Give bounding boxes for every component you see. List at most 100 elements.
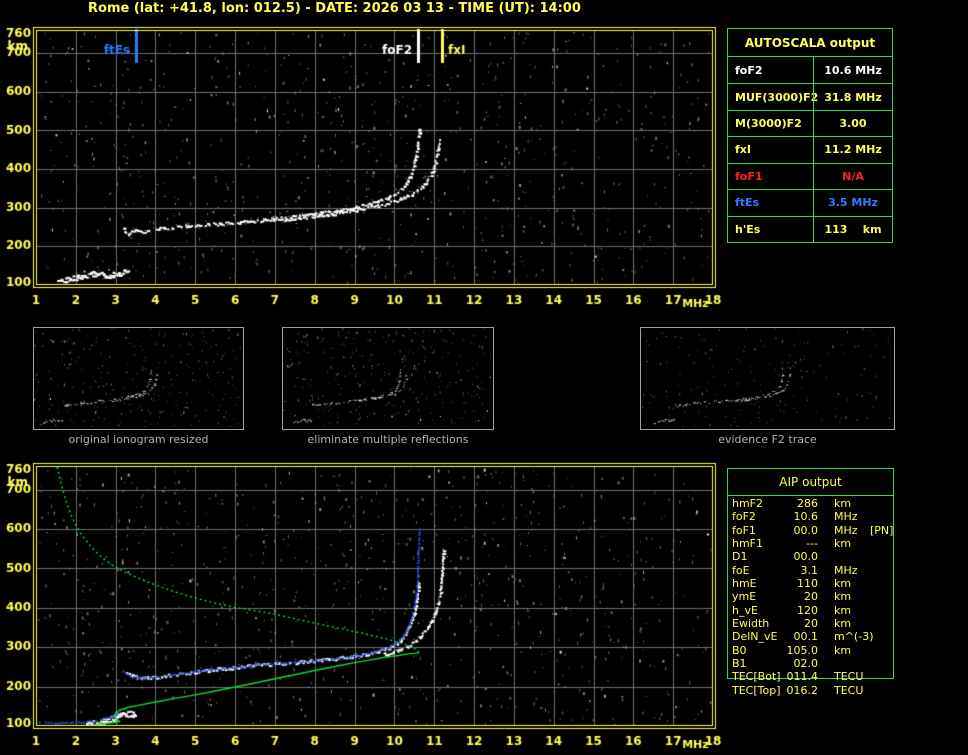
autoscala-parameter-value: 11.2 MHz bbox=[813, 137, 892, 163]
aip-parameter-value: 02.0 bbox=[793, 657, 819, 671]
autoscala-parameter-value: 3.5 MHz bbox=[813, 190, 892, 216]
autoscala-parameter-label: ftEs bbox=[735, 196, 760, 210]
autoscala-parameter-label: M(3000)F2 bbox=[735, 117, 802, 131]
aip-parameter-value: 120 bbox=[797, 603, 818, 617]
aip-box-title: AIP output bbox=[728, 469, 893, 496]
autoscala-row: h'Es 113 km bbox=[728, 215, 892, 242]
autoscala-parameter-label: h'Es bbox=[735, 222, 761, 236]
thumbnail-original-canvas bbox=[34, 328, 241, 427]
autoscala-parameter-label: fxI bbox=[735, 143, 751, 157]
aip-row: foF1 00.0 MHz [PN] bbox=[727, 524, 967, 537]
aip-parameter-note bbox=[868, 604, 967, 617]
thumbnail-caption-evidence: evidence F2 trace bbox=[718, 433, 817, 446]
aip-parameter-note bbox=[868, 657, 967, 670]
autoscala-parameter-value: 10.6 MHz bbox=[813, 57, 892, 84]
autoscala-parameter-value: N/A bbox=[813, 163, 892, 190]
aip-parameter-label: B0 bbox=[732, 643, 747, 657]
aip-parameter-value: --- bbox=[806, 537, 818, 551]
aip-parameter-note bbox=[868, 630, 967, 643]
aip-row: TEC[Top] 016.2 TECU bbox=[727, 684, 967, 697]
aip-parameter-unit: km bbox=[834, 643, 852, 657]
aip-parameter-unit: km bbox=[834, 603, 852, 617]
aip-parameter-label: DelN_vE bbox=[732, 630, 778, 644]
aip-parameter-label: Ewidth bbox=[732, 617, 770, 631]
autoscala-row: foF2 10.6 MHz bbox=[728, 57, 892, 84]
aip-parameter-unit: m^(-3) bbox=[834, 630, 874, 644]
aip-parameter-note bbox=[868, 497, 967, 510]
aip-parameter-value: 3.1 bbox=[800, 563, 819, 577]
aip-parameter-label: hmE bbox=[732, 577, 757, 591]
aip-row: Ewidth 20 km bbox=[727, 617, 967, 630]
autoscala-row: fxI 11.2 MHz bbox=[728, 136, 892, 163]
aip-parameter-value: 286 bbox=[797, 497, 818, 510]
aip-parameter-unit: MHz bbox=[834, 563, 858, 577]
aip-parameter-note bbox=[868, 684, 967, 697]
aip-parameter-label: hmF2 bbox=[732, 497, 764, 510]
aip-row: B0 105.0 km bbox=[727, 644, 967, 657]
aip-parameter-note bbox=[868, 590, 967, 603]
aip-parameter-unit: MHz bbox=[834, 510, 858, 524]
aip-row: TEC[Bot] 011.4 TECU bbox=[727, 670, 967, 683]
autoscala-parameter-label: foF1 bbox=[735, 169, 763, 183]
aip-row: foF2 10.6 MHz bbox=[727, 510, 967, 523]
autoscala-parameter-label: MUF(3000)F2 bbox=[735, 90, 819, 104]
autoscala-parameter-value: 3.00 bbox=[813, 110, 892, 137]
aip-row: DelN_vE 00.1 m^(-3) bbox=[727, 630, 967, 643]
recorded-ionogram-plot bbox=[0, 18, 730, 318]
aip-parameter-label: TEC[Top] bbox=[732, 683, 781, 697]
aip-parameter-note: [PN] bbox=[870, 523, 894, 537]
aip-parameter-value: 10.6 bbox=[793, 510, 819, 524]
autoscala-row: foF1 N/A bbox=[728, 162, 892, 190]
aip-parameter-unit: km bbox=[834, 497, 852, 510]
aip-parameter-unit: km bbox=[834, 617, 852, 631]
aip-parameter-label: h_vE bbox=[732, 603, 758, 617]
thumbnail-eliminate-reflections bbox=[282, 327, 494, 430]
aip-row: hmE 110 km bbox=[727, 577, 967, 590]
aip-parameter-value: 00.0 bbox=[793, 523, 819, 537]
autoscala-table-title: AUTOSCALA output bbox=[728, 29, 892, 57]
autoscala-parameter-value: 113 km bbox=[813, 216, 892, 242]
thumbnail-caption-original: original ionogram resized bbox=[68, 433, 209, 446]
aip-parameter-note bbox=[868, 644, 967, 657]
autoscala-row: ftEs 3.5 MHz bbox=[728, 189, 892, 216]
aip-parameter-note bbox=[868, 564, 967, 577]
aip-parameter-value: 20 bbox=[804, 590, 818, 604]
aip-parameter-label: foF1 bbox=[732, 523, 756, 537]
aip-parameter-note bbox=[868, 577, 967, 590]
aip-parameter-unit bbox=[818, 550, 868, 563]
autoscala-output-table: AUTOSCALA output foF2 10.6 MHz MUF(3000)F2… bbox=[727, 28, 893, 243]
aip-parameter-note bbox=[868, 537, 967, 550]
autoscala-parameter-label: foF2 bbox=[735, 63, 763, 77]
thumbnail-original-ionogram bbox=[33, 327, 244, 430]
aip-row: ymE 20 km bbox=[727, 590, 967, 603]
aip-parameter-value: 110 bbox=[797, 577, 818, 591]
aip-parameter-value: 00.0 bbox=[793, 550, 819, 564]
aip-parameter-note bbox=[868, 550, 967, 563]
thumbnail-caption-eliminate: eliminate multiple reflections bbox=[307, 433, 469, 446]
aip-parameter-note bbox=[868, 617, 967, 630]
autoscala-row: MUF(3000)F2 31.8 MHz bbox=[728, 83, 892, 110]
aip-parameter-unit: TECU bbox=[834, 683, 864, 697]
aip-row: D1 00.0 bbox=[727, 550, 967, 563]
aip-parameter-unit: MHz bbox=[834, 523, 858, 537]
station-title: Rome (lat: +41.8, lon: 012.5) - DATE: 20… bbox=[88, 1, 581, 16]
thumbnail-evidence-f2 bbox=[640, 327, 895, 430]
aip-parameter-label: hmF1 bbox=[732, 537, 764, 551]
aip-row: hmF1 --- km bbox=[727, 537, 967, 550]
aip-parameter-unit: km bbox=[834, 590, 852, 604]
aip-row: hmF2 286 km bbox=[727, 497, 967, 510]
aip-parameter-value: 011.4 bbox=[786, 670, 819, 684]
aip-parameter-value: 20 bbox=[804, 617, 818, 631]
aip-row: h_vE 120 km bbox=[727, 604, 967, 617]
aip-parameter-unit: km bbox=[834, 537, 852, 551]
autoscala-output-screen: Rome (lat: +41.8, lon: 012.5) - DATE: 20… bbox=[0, 0, 968, 755]
aip-parameter-label: ymE bbox=[732, 590, 757, 604]
aip-parameter-label: D1 bbox=[732, 550, 748, 564]
aip-parameter-note bbox=[868, 510, 967, 523]
autoscaled-ionogram-plot bbox=[0, 455, 730, 755]
aip-parameter-label: foF2 bbox=[732, 510, 756, 524]
autoscala-row: M(3000)F2 3.00 bbox=[728, 109, 892, 137]
aip-parameter-label: TEC[Bot] bbox=[732, 670, 781, 684]
autoscala-parameter-value: 31.8 MHz bbox=[813, 84, 892, 110]
aip-parameter-unit: km bbox=[834, 577, 852, 591]
